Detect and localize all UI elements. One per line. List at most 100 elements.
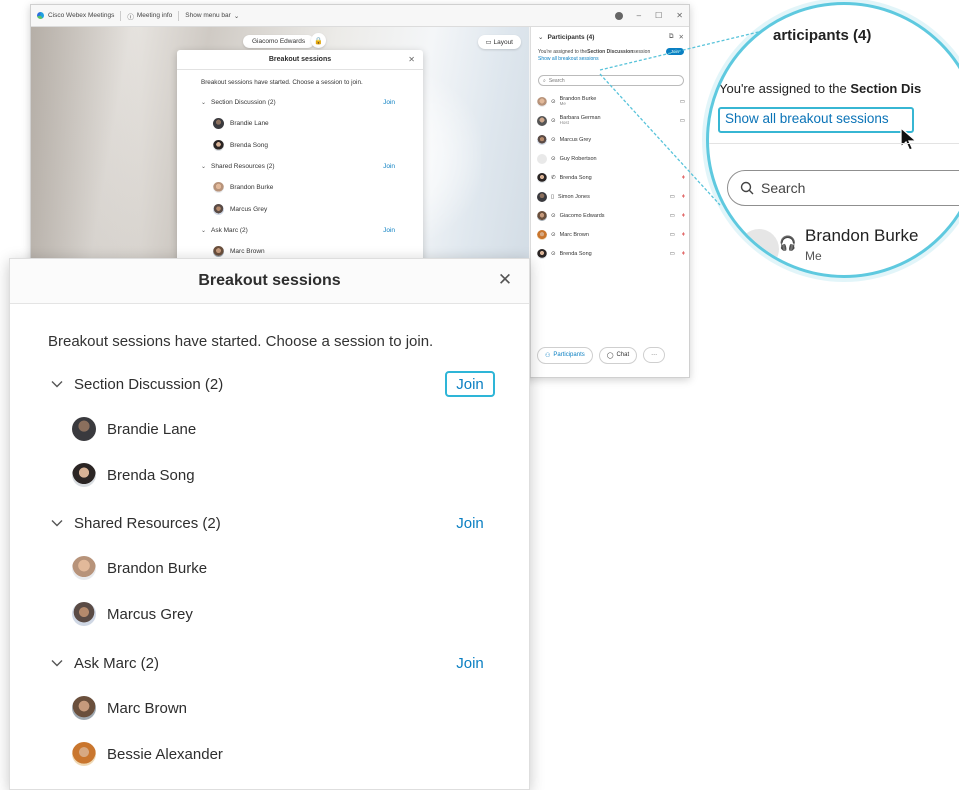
search-icon: ⌕ (543, 77, 546, 84)
video-icon: ▭ (669, 250, 675, 257)
app-title: Cisco Webex Meetings (48, 12, 115, 19)
avatar (213, 139, 224, 151)
chevron-down-icon[interactable] (48, 375, 66, 393)
assigned-message: You're assigned to the Section Discussio… (531, 47, 689, 56)
small-dialog-intro: Breakout sessions have started. Choose a… (201, 79, 363, 86)
session-name: Section Discussion (2) (74, 375, 224, 393)
small-member: Brandon Burke (177, 176, 423, 198)
mouse-cursor-icon (900, 127, 918, 151)
join-button[interactable]: Join (452, 510, 488, 536)
small-join-button[interactable]: Join (383, 163, 395, 170)
chat-tab-button[interactable]: ◯ Chat (598, 346, 638, 364)
search-icon (740, 181, 754, 195)
zoom-search-input[interactable]: Search (727, 170, 959, 206)
chevron-down-icon: ⌄ (201, 163, 207, 170)
avatar (72, 417, 96, 441)
muted-mic-icon: ǂ (681, 212, 685, 219)
small-join-button[interactable]: Join (383, 99, 395, 106)
participant-row[interactable]: ⊙ Brandon Burke Me ▭ (531, 92, 689, 111)
dialog-title: Breakout sessions (198, 272, 341, 289)
avatar (537, 210, 547, 221)
video-icon: ▭ (669, 231, 675, 238)
close-icon[interactable]: ✕ (679, 33, 684, 41)
dialog-header: Breakout sessions ✕ (10, 259, 529, 304)
session-group-header[interactable]: Shared Resources (2) Join (48, 510, 488, 536)
avatar (213, 181, 224, 193)
participant-row[interactable]: ▯ Simon Jones ▭ ǂ (531, 187, 689, 206)
window-close-button[interactable]: ✕ (676, 11, 683, 20)
meeting-info-button[interactable]: ⓘ Meeting info (127, 11, 172, 21)
chevron-down-icon[interactable] (48, 654, 66, 672)
info-icon: ⓘ (127, 13, 134, 21)
participant-row[interactable]: ⊙ Giacomo Edwards ▭ ǂ (531, 206, 689, 225)
avatar (537, 134, 547, 145)
avatar (537, 191, 547, 202)
chevron-down-icon: ⌄ (233, 12, 240, 20)
headset-icon: ⊙ (551, 136, 556, 143)
person-icon: ⚇ (545, 352, 551, 359)
participant-row[interactable]: ✆ Brenda Song ǂ (531, 168, 689, 187)
participant-row[interactable]: ⊙ Guy Robertson (531, 149, 689, 168)
show-menu-bar-button[interactable]: Show menu bar ⌄ (185, 12, 239, 20)
avatar (72, 696, 96, 720)
join-button[interactable]: Join (452, 650, 488, 676)
participants-tab-button[interactable]: ⚇ Participants (537, 346, 593, 364)
session-member: Brandie Lane (72, 416, 196, 442)
participant-row[interactable]: ⊙ Marc Brown ▭ ǂ (531, 225, 689, 244)
session-group-header[interactable]: Ask Marc (2) Join (48, 650, 488, 676)
muted-mic-icon: ǂ (681, 174, 685, 181)
session-member: Brenda Song (72, 462, 195, 488)
headset-icon: ⊙ (551, 250, 556, 257)
mini-join-button[interactable]: Join (665, 48, 684, 55)
participant-row[interactable]: ⊙ Brenda Song ▭ ǂ (531, 244, 689, 263)
muted-mic-icon: ǂ (681, 231, 685, 238)
popout-icon[interactable]: ⧉ (669, 33, 674, 41)
small-group-header[interactable]: ⌄ Ask Marc (2) Join (177, 220, 423, 240)
video-icon: ▭ (679, 117, 685, 124)
chevron-down-icon[interactable]: ⌄ (538, 33, 543, 41)
headset-icon: ⊙ (551, 117, 556, 124)
more-button[interactable]: ··· (643, 347, 666, 363)
join-button[interactable]: Join (445, 371, 495, 397)
participant-row[interactable]: ⊙ Barbara German Host ▭ (531, 111, 689, 130)
avatar (72, 556, 96, 580)
small-join-button[interactable]: Join (383, 227, 395, 234)
participants-title: Participants (4) (547, 33, 595, 41)
avatar (537, 115, 547, 126)
video-icon: ▭ (669, 193, 675, 200)
avatar (537, 96, 547, 107)
phone-icon: ✆ (551, 174, 556, 181)
small-group-header[interactable]: ⌄ Shared Resources (2) Join (177, 156, 423, 176)
participants-search-input[interactable]: ⌕ Search (538, 75, 684, 86)
session-group-header[interactable]: Section Discussion (2) Join (48, 371, 495, 397)
participant-row[interactable]: ⊙ Marcus Grey (531, 130, 689, 149)
minimize-button[interactable]: – (637, 11, 641, 20)
close-icon[interactable]: ✕ (495, 270, 515, 290)
dialog-intro: Breakout sessions have started. Choose a… (48, 333, 434, 350)
chat-bubble-icon: ◯ (606, 352, 614, 359)
small-group-header[interactable]: ⌄ Section Discussion (2) Join (177, 92, 423, 112)
lock-icon[interactable]: 🔒 (311, 33, 326, 48)
avatar (213, 203, 224, 215)
zoom-assigned-message: You're assigned to the Section Dis (719, 81, 922, 96)
session-name: Ask Marc (2) (74, 654, 160, 672)
zoom-participant-row[interactable]: 🎧 Brandon Burke Me (739, 219, 959, 275)
zoom-show-all-link[interactable]: Show all breakout sessions (725, 111, 889, 126)
chevron-down-icon[interactable] (48, 514, 66, 532)
session-member: Marc Brown (72, 695, 187, 721)
small-member: Brandie Lane (177, 112, 423, 134)
show-all-breakout-link[interactable]: Show all breakout sessions (531, 56, 689, 65)
app-titlebar: Cisco Webex Meetings ⓘ Meeting info Show… (31, 5, 689, 27)
maximize-button[interactable]: ☐ (655, 11, 662, 20)
zoom-magnifier: articipants (4) You're assigned to the S… (706, 2, 959, 278)
headset-icon: ⊙ (551, 155, 556, 162)
help-icon[interactable] (614, 11, 623, 20)
session-member: Marcus Grey (72, 601, 193, 627)
presenter-name-chip: Giacomo Edwards (243, 35, 315, 48)
video-icon: ▭ (669, 212, 675, 219)
avatar (739, 229, 779, 269)
device-icon: ▯ (551, 193, 555, 200)
avatar (537, 248, 547, 259)
layout-button[interactable]: ▭ Layout (477, 35, 521, 49)
close-icon[interactable]: ✕ (408, 55, 415, 64)
